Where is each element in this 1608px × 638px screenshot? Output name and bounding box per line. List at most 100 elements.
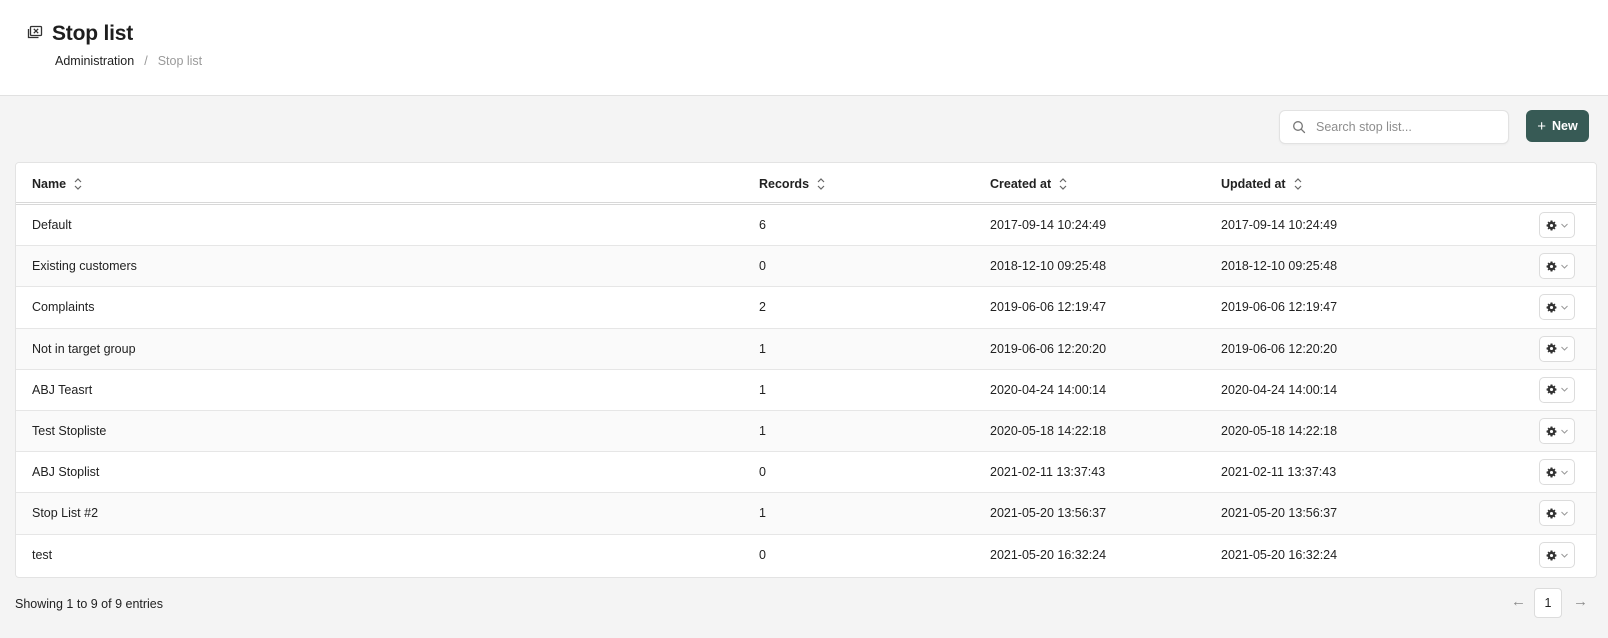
chevron-down-icon (1561, 264, 1568, 269)
row-settings-dropdown[interactable] (1539, 418, 1575, 445)
cell-name: Stop List #2 (32, 506, 99, 521)
cell-records: 0 (759, 548, 766, 563)
cell-created-at: 2017-09-14 10:24:49 (990, 218, 1107, 233)
gear-icon (1546, 384, 1557, 395)
chevron-down-icon (1561, 511, 1568, 516)
column-header-created[interactable]: Created at (990, 163, 1068, 205)
page-title: Stop list (52, 22, 134, 45)
gear-icon (1546, 261, 1557, 272)
gear-icon (1546, 426, 1557, 436)
title-row: Stop list (26, 22, 133, 46)
table-row[interactable]: Not in target group 1 2019-06-06 12:20:2… (16, 328, 1596, 370)
search-input[interactable] (1316, 120, 1496, 134)
table-row[interactable]: ABJ Teasrt 1 2020-04-24 14:00:14 2020-04… (16, 369, 1596, 411)
cell-records: 0 (759, 259, 766, 274)
row-actions (1539, 370, 1575, 410)
sort-icon (1294, 178, 1302, 190)
stop-list-icon (26, 25, 44, 43)
cell-name: Complaints (32, 300, 95, 315)
cell-updated-at: 2019-06-06 12:20:20 (1221, 341, 1338, 356)
row-settings-dropdown[interactable] (1539, 294, 1575, 321)
table-row[interactable]: Default 6 2017-09-14 10:24:49 2017-09-14… (16, 205, 1596, 247)
cell-updated-at: 2019-06-06 12:19:47 (1221, 300, 1338, 315)
row-actions (1539, 535, 1575, 576)
cell-created-at: 2021-05-20 16:32:24 (990, 548, 1107, 563)
row-settings-dropdown[interactable] (1539, 459, 1575, 486)
cell-records: 2 (759, 300, 766, 315)
table-header: Name Records Created at Updated at (16, 163, 1596, 205)
sort-icon (74, 178, 82, 190)
cell-created-at: 2019-06-06 12:19:47 (990, 300, 1107, 315)
table-row[interactable]: ABJ Stoplist 0 2021-02-11 13:37:43 2021-… (16, 452, 1596, 494)
cell-created-at: 2020-05-18 14:22:18 (990, 424, 1107, 439)
cell-created-at: 2018-12-10 09:25:48 (990, 259, 1107, 274)
row-actions (1539, 246, 1575, 286)
row-settings-dropdown[interactable] (1539, 542, 1575, 569)
cell-created-at: 2021-05-20 13:56:37 (990, 506, 1107, 521)
gear-icon (1546, 220, 1557, 231)
page-header: Stop list Administration / Stop list (0, 0, 1608, 96)
breadcrumb-separator: / (144, 54, 148, 68)
cell-created-at: 2020-04-24 14:00:14 (990, 382, 1107, 397)
cell-created-at: 2019-06-06 12:20:20 (990, 341, 1107, 356)
column-header-name[interactable]: Name (32, 163, 83, 205)
gear-icon (1546, 302, 1557, 313)
column-header-label: Records (759, 177, 810, 191)
cell-created-at: 2021-02-11 13:37:43 (990, 465, 1106, 480)
chevron-down-icon (1561, 305, 1568, 310)
search-icon (1293, 121, 1306, 134)
stop-list-table: Name Records Created at Updated at Defau… (15, 162, 1597, 578)
row-actions (1539, 452, 1575, 492)
cell-name: Test Stopliste (32, 424, 107, 439)
row-settings-dropdown[interactable] (1539, 500, 1575, 527)
column-header-records[interactable]: Records (759, 163, 826, 205)
pagination-page-1[interactable]: 1 (1534, 588, 1562, 618)
chevron-down-icon (1561, 470, 1568, 475)
gear-icon (1546, 467, 1557, 478)
table-row[interactable]: Existing customers 0 2018-12-10 09:25:48… (16, 246, 1596, 288)
column-header-updated[interactable]: Updated at (1221, 163, 1303, 205)
cell-records: 6 (759, 218, 766, 233)
column-header-label: Created at (990, 177, 1052, 191)
search-box[interactable] (1279, 110, 1509, 144)
row-actions (1539, 205, 1575, 245)
gear-icon (1546, 508, 1557, 519)
cell-records: 1 (759, 341, 766, 356)
table-row[interactable]: Test Stopliste 1 2020-05-18 14:22:18 202… (16, 410, 1596, 453)
cell-updated-at: 2021-05-20 13:56:37 (1221, 506, 1338, 521)
breadcrumb: Administration / Stop list (55, 54, 202, 68)
chevron-down-icon (1561, 346, 1568, 351)
cell-records: 1 (759, 506, 766, 521)
row-actions (1539, 411, 1575, 451)
table-body: Default 6 2017-09-14 10:24:49 2017-09-14… (16, 205, 1596, 576)
cell-name: Default (32, 218, 72, 233)
cell-records: 1 (759, 424, 766, 439)
row-settings-dropdown[interactable] (1539, 212, 1575, 239)
cell-updated-at: 2017-09-14 10:24:49 (1221, 218, 1338, 233)
cell-name: ABJ Stoplist (32, 465, 100, 480)
row-settings-dropdown[interactable] (1539, 335, 1575, 362)
cell-name: test (32, 548, 53, 563)
cell-name: Existing customers (32, 259, 137, 274)
row-settings-dropdown[interactable] (1539, 253, 1575, 280)
chevron-down-icon (1561, 223, 1568, 228)
cell-updated-at: 2021-02-11 13:37:43 (1221, 465, 1337, 480)
chevron-down-icon (1561, 429, 1568, 434)
new-button-label: New (1552, 119, 1578, 133)
breadcrumb-administration-link[interactable]: Administration (55, 54, 134, 68)
table-row[interactable]: test 0 2021-05-20 16:32:24 2021-05-20 16… (16, 534, 1596, 576)
cell-name: ABJ Teasrt (32, 382, 93, 397)
table-row[interactable]: Complaints 2 2019-06-06 12:19:47 2019-06… (16, 287, 1596, 329)
pagination-next-button[interactable]: → (1573, 593, 1588, 610)
pagination-prev-button[interactable]: ← (1511, 593, 1526, 610)
cell-updated-at: 2021-05-20 16:32:24 (1221, 548, 1338, 563)
cell-name: Not in target group (32, 341, 136, 356)
entries-summary: Showing 1 to 9 of 9 entries (15, 597, 164, 611)
row-settings-dropdown[interactable] (1539, 376, 1575, 403)
new-button[interactable]: + New (1526, 110, 1589, 142)
column-header-label: Updated at (1221, 177, 1286, 191)
row-actions (1539, 493, 1575, 533)
sort-icon (1059, 178, 1067, 190)
cell-updated-at: 2020-05-18 14:22:18 (1221, 424, 1338, 439)
table-row[interactable]: Stop List #2 1 2021-05-20 13:56:37 2021-… (16, 493, 1596, 535)
